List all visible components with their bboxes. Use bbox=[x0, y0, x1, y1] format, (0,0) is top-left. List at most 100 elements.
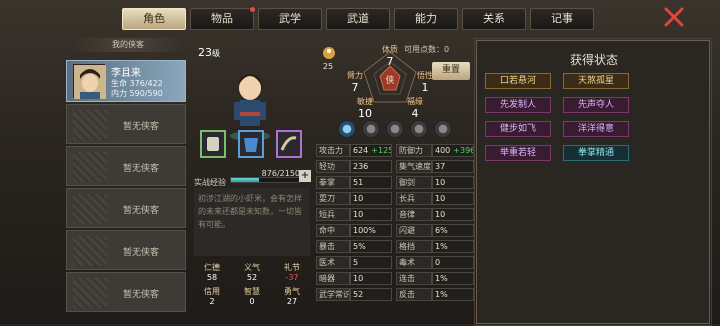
stat-name: 拳掌 bbox=[316, 176, 350, 189]
hero-roster: 我的侠客 李且来 生命 376/422 内力 590/590 暂无侠客 暂无侠客… bbox=[66, 38, 186, 324]
stat-value: 5% bbox=[350, 240, 392, 253]
tab-bar: 角色 物品 武学 武道 能力 关系 记事 bbox=[120, 7, 600, 32]
stat-value: 10 bbox=[350, 192, 392, 205]
status-title: 获得状态 bbox=[569, 53, 618, 67]
tab-abilities[interactable]: 能力 bbox=[394, 8, 458, 30]
attr-fortune: 福缘 4 bbox=[407, 97, 423, 120]
stat-bonus: +396 bbox=[453, 146, 474, 155]
gem-slot[interactable] bbox=[386, 120, 404, 138]
stat-value: 0 bbox=[432, 256, 474, 269]
stat-name: 毒术 bbox=[396, 256, 432, 269]
hero-level: 23级 bbox=[198, 46, 220, 59]
virtue-item: 智慧 0 bbox=[244, 287, 260, 306]
virtue-item: 义气 52 bbox=[244, 263, 260, 282]
hero-portrait bbox=[73, 64, 106, 99]
stat-row: 命中 100% 闪避 6% bbox=[316, 224, 474, 238]
tab-items[interactable]: 物品 bbox=[190, 7, 255, 30]
roster-slot-empty[interactable]: 暂无侠客 bbox=[66, 104, 186, 144]
stat-name: 防御力 bbox=[396, 144, 432, 157]
stat-value: 400 +396 bbox=[432, 144, 474, 157]
virtue-item: 礼节 -37 bbox=[284, 263, 300, 282]
virtue-item: 勇气 27 bbox=[284, 287, 300, 306]
roster-header: 我的侠客 bbox=[72, 38, 184, 52]
stat-value: 10 bbox=[432, 192, 474, 205]
attr-constitution: 体质 7 bbox=[382, 45, 398, 68]
status-badge[interactable]: 举重若轻 bbox=[485, 145, 551, 161]
stat-name: 医术 bbox=[316, 256, 350, 269]
roster-slot-empty[interactable]: 暂无侠客 bbox=[66, 272, 186, 312]
gem-slot[interactable] bbox=[338, 120, 356, 138]
stat-row: 攻击力 624 +125 防御力 400 +396 bbox=[316, 144, 474, 158]
stat-name: 攻击力 bbox=[316, 144, 350, 157]
tab-martial-arts[interactable]: 武学 bbox=[258, 8, 322, 30]
equip-slot-body[interactable] bbox=[238, 130, 264, 158]
stat-name: 格挡 bbox=[396, 240, 432, 253]
stat-name: 长兵 bbox=[396, 192, 432, 205]
roster-slot-empty[interactable]: 暂无侠客 bbox=[66, 230, 186, 270]
stat-row: 暗器 10 连击 1% bbox=[316, 272, 474, 286]
notification-dot-icon bbox=[250, 7, 255, 12]
gem-slot[interactable] bbox=[434, 120, 452, 138]
status-badge[interactable]: 拳掌精通 bbox=[563, 145, 629, 161]
status-badge[interactable]: 洋洋得意 bbox=[563, 121, 629, 137]
equip-slot-armor[interactable] bbox=[200, 130, 226, 158]
exp-add-button[interactable]: + bbox=[299, 170, 311, 182]
status-badge[interactable]: 天煞孤星 bbox=[563, 73, 629, 89]
stat-bonus: +125 bbox=[371, 146, 392, 155]
roster-slot-empty[interactable]: 暂无侠客 bbox=[66, 188, 186, 228]
stat-name: 短兵 bbox=[316, 208, 350, 221]
stat-name: 集气速度 bbox=[396, 160, 432, 173]
tab-character[interactable]: 角色 bbox=[122, 8, 186, 30]
exp-label: 实战经验 bbox=[194, 178, 226, 187]
stat-value: 5 bbox=[350, 256, 392, 269]
status-badge[interactable]: 先发制人 bbox=[485, 97, 551, 113]
stat-name: 轻功 bbox=[316, 160, 350, 173]
stat-name: 连击 bbox=[396, 272, 432, 285]
stat-row: 耍刀 10 长兵 10 bbox=[316, 192, 474, 206]
stat-row: 短兵 10 音律 10 bbox=[316, 208, 474, 222]
virtues-grid: 仁德 58 义气 52 礼节 -37 信用 2 智慧 0 勇气 27 bbox=[192, 260, 312, 308]
stat-value: 1% bbox=[432, 240, 474, 253]
stat-row: 轻功 236 集气速度 37 bbox=[316, 160, 474, 174]
stat-value: 10 bbox=[432, 176, 474, 189]
stat-value: 51 bbox=[350, 176, 392, 189]
medal-icon bbox=[323, 47, 335, 59]
status-panel: 获得状态 口若悬河 天煞孤星 先发制人 先声夺人 健步如飞 洋洋得意 举重若轻 拳掌精通 bbox=[476, 40, 710, 324]
virtue-item: 信用 2 bbox=[204, 287, 220, 306]
tab-journal[interactable]: 记事 bbox=[530, 8, 594, 30]
stat-name: 音律 bbox=[396, 208, 432, 221]
status-badge[interactable]: 健步如飞 bbox=[485, 121, 551, 137]
stat-value: 1% bbox=[432, 272, 474, 285]
status-badge[interactable]: 先声夺人 bbox=[563, 97, 629, 113]
stat-name: 武学常识 bbox=[316, 288, 350, 301]
gem-slot[interactable] bbox=[362, 120, 380, 138]
stat-name: 耍刀 bbox=[316, 192, 350, 205]
pentagon-center: 侠 bbox=[385, 74, 394, 86]
roster-slot-selected[interactable]: 李且来 生命 376/422 内力 590/590 bbox=[66, 60, 186, 102]
tab-relations[interactable]: 关系 bbox=[462, 8, 526, 30]
equip-slot-accessory[interactable] bbox=[276, 130, 302, 158]
attr-agility: 敏捷 10 bbox=[357, 97, 373, 120]
stat-value: 1% bbox=[432, 288, 474, 301]
status-badge[interactable]: 口若悬河 bbox=[485, 73, 551, 89]
tab-martial-way[interactable]: 武道 bbox=[326, 8, 390, 30]
stat-name: 暴击 bbox=[316, 240, 350, 253]
stat-name: 暗器 bbox=[316, 272, 350, 285]
hero-name: 李且来 bbox=[111, 68, 141, 79]
gem-slot[interactable] bbox=[410, 120, 428, 138]
medal-value: 25 bbox=[322, 62, 334, 71]
stat-value: 10 bbox=[350, 272, 392, 285]
stats-panel: 25 可用点数：0 重置 侠 体质 7 臂力 7 悟性 1 敏捷 10 福缘 4 攻击力 6… bbox=[316, 40, 474, 324]
stat-row: 武学常识 52 反击 1% bbox=[316, 288, 474, 302]
stat-value: 10 bbox=[350, 208, 392, 221]
hero-mp: 内力 590/590 bbox=[111, 89, 163, 98]
stat-value: 37 bbox=[432, 160, 474, 173]
hero-panel: 23级 实战经验 876/2150 + 初涉江湖的小虾米，会有怎样的未来还都是未… bbox=[192, 40, 312, 324]
stat-value: 52 bbox=[350, 288, 392, 301]
stat-value: 100% bbox=[350, 224, 392, 237]
stat-name: 御剑 bbox=[396, 176, 432, 189]
stat-value: 236 bbox=[350, 160, 392, 173]
roster-slot-empty[interactable]: 暂无侠客 bbox=[66, 146, 186, 186]
stat-value: 6% bbox=[432, 224, 474, 237]
close-icon[interactable] bbox=[662, 5, 686, 29]
